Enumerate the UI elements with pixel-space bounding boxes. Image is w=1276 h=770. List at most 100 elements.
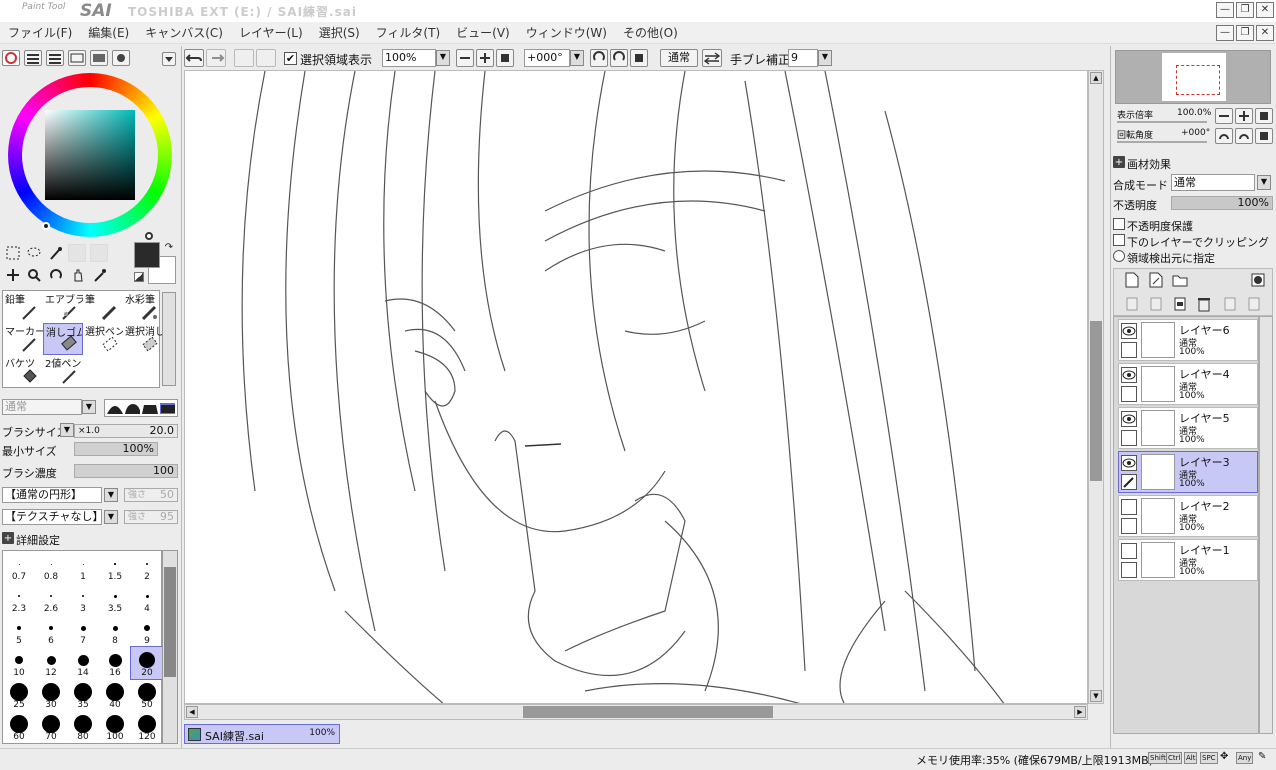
advanced-settings-label[interactable]: 詳細設定 [16, 532, 60, 548]
close-button[interactable]: ✕ [1256, 2, 1274, 18]
magic-wand-icon[interactable] [46, 244, 66, 262]
clear-layer-icon[interactable] [1220, 295, 1240, 313]
menu-other[interactable]: その他(O) [615, 24, 686, 41]
texture-expand-icon[interactable]: + [1113, 156, 1125, 168]
minimize-button[interactable]: — [1216, 2, 1234, 18]
brush-size-option[interactable]: 2 [131, 551, 163, 583]
zoom-icon[interactable] [24, 266, 44, 284]
invert-selection-icon[interactable] [256, 49, 276, 67]
brush-size-option[interactable]: 1.5 [99, 551, 131, 583]
layer-row-selected[interactable]: レイヤー3 通常 100% [1118, 451, 1258, 493]
swatches-tab[interactable] [90, 50, 108, 66]
brush-shape-dropdown[interactable]: 【通常の円形】 [2, 487, 102, 503]
brush-size-option[interactable]: 12 [35, 647, 67, 679]
new-folder-icon[interactable] [1170, 271, 1190, 289]
clipping-checkbox[interactable] [1113, 234, 1125, 246]
panel-menu-button[interactable] [162, 52, 176, 66]
doc-minimize-button[interactable]: — [1216, 25, 1234, 41]
zoom-dropdown-icon[interactable]: ▼ [436, 50, 450, 66]
zoom-select[interactable]: 100% [382, 49, 436, 67]
color-wheel[interactable] [8, 73, 172, 240]
brush-shape-dropdown-icon[interactable]: ▼ [104, 488, 118, 502]
nav-rotate-reset-icon[interactable] [1255, 128, 1273, 144]
nav-rotate-slider[interactable] [1117, 141, 1207, 143]
tool-select-eraser[interactable]: 選択消し [123, 323, 163, 355]
brush-size-option[interactable]: 120 [131, 711, 163, 743]
brush-size-option[interactable]: 3.5 [99, 583, 131, 615]
scroll-down-icon[interactable]: ▼ [1090, 690, 1102, 702]
brush-size-option[interactable]: 20 [130, 646, 164, 680]
brush-size-option[interactable]: 9 [131, 615, 163, 647]
brush-size-option[interactable]: 2.6 [35, 583, 67, 615]
texture-dropdown[interactable]: 【テクスチャなし】 [2, 509, 104, 525]
layer-lock-toggle[interactable] [1121, 386, 1137, 402]
brush-blend-mode[interactable]: 通常 [2, 399, 82, 415]
menu-edit[interactable]: 編集(E) [80, 24, 137, 41]
hue-cursor[interactable] [145, 232, 153, 240]
protect-opacity-checkbox[interactable] [1113, 218, 1125, 230]
eye-icon[interactable] [1121, 367, 1137, 383]
size-grid-scrollbar[interactable] [162, 550, 178, 744]
brush-size-option[interactable]: 14 [67, 647, 99, 679]
brush-size-option[interactable]: 30 [35, 679, 67, 711]
merge-visible-icon[interactable] [1244, 295, 1264, 313]
brush-size-option[interactable]: 60 [3, 711, 35, 743]
maximize-button[interactable]: ❐ [1236, 2, 1254, 18]
reset-colors-icon[interactable] [134, 272, 144, 282]
flip-horizontal-icon[interactable] [702, 49, 722, 67]
angle-dropdown-icon[interactable]: ▼ [570, 50, 584, 66]
deselect-icon[interactable] [234, 49, 254, 67]
layer-row[interactable]: レイヤー1 通常 100% [1118, 539, 1258, 581]
brush-size-option[interactable]: 1 [67, 551, 99, 583]
new-layer-icon[interactable] [1122, 271, 1142, 289]
canvas-vertical-scrollbar[interactable]: ▲ ▼ [1088, 70, 1104, 704]
eyedropper-icon[interactable] [90, 266, 110, 284]
angle-select[interactable]: +000° [524, 49, 570, 67]
brush-size-option[interactable]: 6 [35, 615, 67, 647]
brush-size-option[interactable]: 100 [99, 711, 131, 743]
rotate-reset-icon[interactable] [630, 49, 648, 67]
texture-dropdown-icon[interactable]: ▼ [104, 510, 118, 524]
layer-row[interactable]: レイヤー5 通常 100% [1118, 407, 1258, 449]
eye-icon[interactable] [1121, 323, 1137, 339]
brush-size-mult-dropdown-icon[interactable]: ▼ [60, 423, 74, 437]
doc-maximize-button[interactable]: ❐ [1236, 25, 1254, 41]
layer-blend-select[interactable]: 通常 [1171, 174, 1255, 191]
texture-strength-slider[interactable]: 強さ 95 [124, 510, 178, 524]
menu-window[interactable]: ウィンドウ(W) [518, 24, 615, 41]
layer-row[interactable]: レイヤー6 通常 100% [1118, 319, 1258, 361]
rotate-right-icon[interactable] [610, 49, 628, 67]
menu-layer[interactable]: レイヤー(L) [231, 24, 311, 41]
shape-strength-slider[interactable]: 強さ 50 [124, 488, 178, 502]
brush-size-option[interactable]: 7 [67, 615, 99, 647]
brush-size-option[interactable]: 3 [67, 583, 99, 615]
layer-lock-toggle[interactable] [1121, 342, 1137, 358]
navigator-preview[interactable] [1115, 50, 1271, 104]
brush-density-slider[interactable]: 100 [74, 464, 178, 478]
menu-file[interactable]: ファイル(F) [0, 24, 80, 41]
tool-watercolor[interactable]: 水彩筆 [123, 291, 163, 323]
layer-mask-icon[interactable] [1248, 271, 1268, 289]
drawing-canvas[interactable] [184, 70, 1088, 704]
selection-source-radio[interactable] [1113, 250, 1125, 262]
show-selection-checkbox[interactable]: ✔ [284, 52, 297, 65]
nav-zoom-in-icon[interactable] [1235, 108, 1253, 124]
tool-pencil[interactable]: 鉛筆 [3, 291, 43, 323]
nav-zoom-reset-icon[interactable] [1255, 108, 1273, 124]
scroll-left-icon[interactable]: ◀ [186, 706, 198, 718]
tool-airbrush[interactable]: エアブラシ [43, 291, 83, 323]
layer-lock-toggle[interactable] [1121, 562, 1137, 578]
scroll-right-icon[interactable]: ▶ [1074, 706, 1086, 718]
eye-icon[interactable] [1121, 411, 1137, 427]
undo-icon[interactable] [184, 49, 204, 67]
transfer-down-icon[interactable] [1146, 295, 1166, 313]
palette-tab[interactable] [68, 50, 86, 66]
layer-row[interactable]: レイヤー2 通常 100% [1118, 495, 1258, 537]
saturation-value-box[interactable] [45, 110, 135, 200]
tool-select-pen[interactable]: 選択ペン [83, 323, 123, 355]
tool-brush[interactable]: 筆 [83, 291, 123, 323]
canvas-horizontal-scrollbar[interactable]: ◀ ▶ [184, 704, 1088, 720]
move-icon[interactable] [4, 266, 22, 284]
nav-zoom-slider[interactable] [1117, 121, 1207, 123]
menu-view[interactable]: ビュー(V) [448, 24, 518, 41]
